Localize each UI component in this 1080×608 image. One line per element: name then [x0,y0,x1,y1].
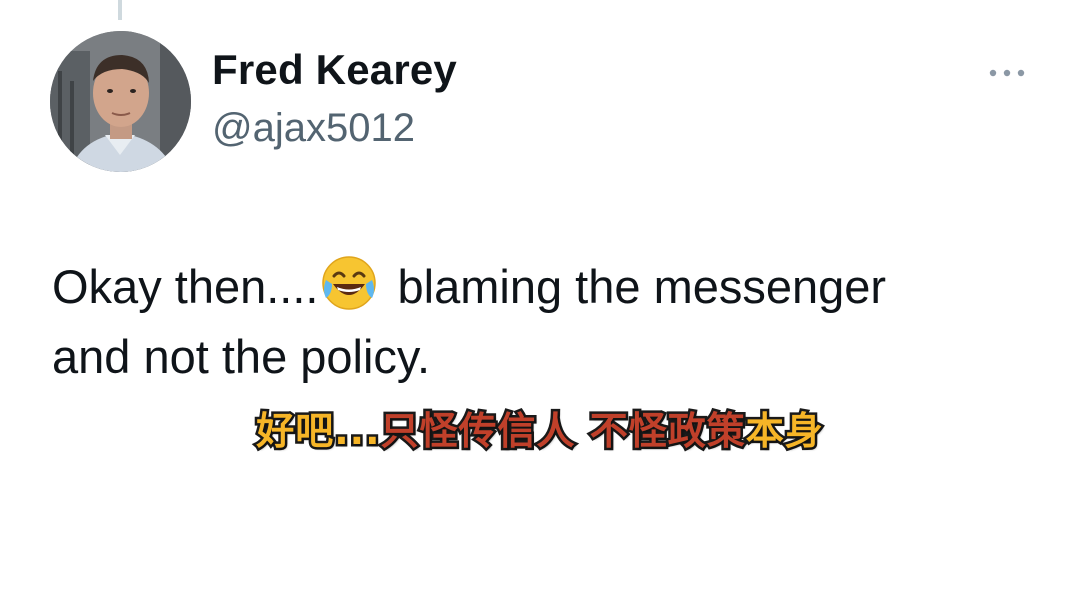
tweet-text-line-2: and not the policy. [52,330,430,383]
more-horizontal-icon [989,69,1025,77]
thread-connector-line [118,0,122,20]
tweet-text-line-1: Okay then.... blaming the messenger [52,252,1042,322]
subtitle-part-2: 只怪传信人 不怪政策 [378,407,747,456]
subtitle-part-3: 本身 [743,407,825,456]
tweet-text-segment: Okay then.... [52,260,319,313]
user-handle[interactable]: @ajax5012 [212,106,415,151]
avatar-photo [50,31,191,172]
video-subtitle: 好吧...只怪传信人 不怪政策本身 [0,400,1080,456]
avatar[interactable] [50,31,191,172]
more-options-button[interactable] [986,62,1028,84]
subtitle-part-1: 好吧... [254,407,382,456]
tweet-text: Okay then.... blaming the messenger and … [52,252,1042,392]
tweet-card: Fred Kearey @ajax5012 Okay then.... blam… [0,0,1080,608]
tweet-text-segment: blaming the messenger [384,260,887,313]
face-with-tears-of-joy-icon [322,256,377,310]
display-name[interactable]: Fred Kearey [212,46,457,94]
